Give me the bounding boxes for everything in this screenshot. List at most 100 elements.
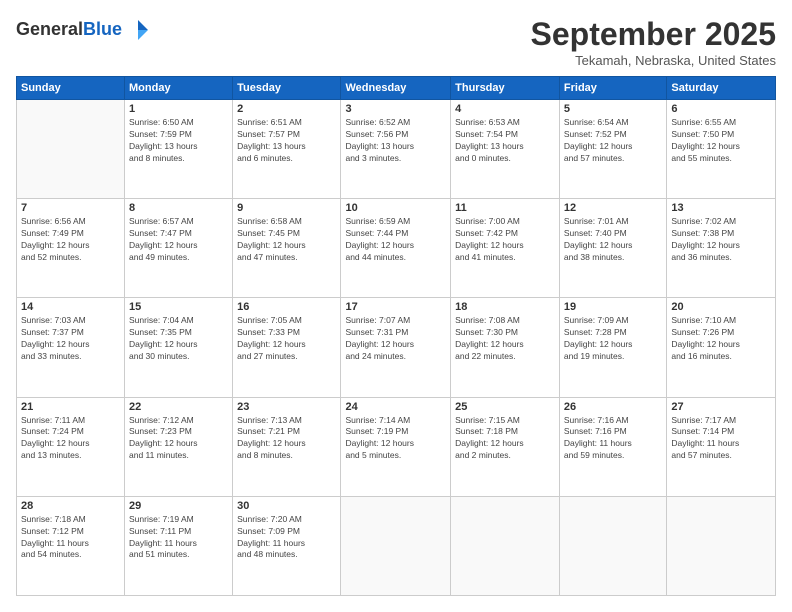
calendar-cell: 17Sunrise: 7:07 AMSunset: 7:31 PMDayligh… — [341, 298, 451, 397]
calendar-cell: 29 Sunrise: 7:19 AMSunset: 7:11 PMDayligh… — [125, 496, 233, 595]
logo-icon — [124, 16, 152, 44]
day-info: Sunrise: 7:12 AMSunset: 7:23 PMDaylight:… — [129, 415, 228, 463]
day-number: 24 — [345, 401, 446, 413]
calendar-cell: 13 Sunrise: 7:02 AMSunset: 7:38 PMDayligh… — [667, 199, 776, 298]
calendar-cell: 9 Sunrise: 6:58 AMSunset: 7:45 PMDaylight… — [233, 199, 341, 298]
day-info: Sunrise: 7:13 AMSunset: 7:21 PMDaylight:… — [237, 415, 336, 463]
calendar-cell: 3Sunrise: 6:52 AMSunset: 7:56 PMDaylight… — [341, 100, 451, 199]
day-info: Sunrise: 7:19 AMSunset: 7:11 PMDaylight:… — [129, 514, 228, 562]
calendar-cell: 4 Sunrise: 6:53 AMSunset: 7:54 PMDaylight… — [451, 100, 560, 199]
day-number: 25 — [455, 401, 555, 413]
day-number: 22 — [129, 401, 228, 413]
day-number: 19 — [564, 301, 662, 313]
day-number: 15 — [129, 301, 228, 313]
day-number: 10 — [345, 202, 446, 214]
calendar-week-1: 1 Sunrise: 6:50 AMSunset: 7:59 PMDaylight… — [17, 100, 776, 199]
calendar-header-sunday: Sunday — [17, 77, 125, 100]
day-info: Sunrise: 6:56 AMSunset: 7:49 PMDaylight:… — [21, 216, 120, 264]
calendar-header-tuesday: Tuesday — [233, 77, 341, 100]
calendar-cell: 12 Sunrise: 7:01 AMSunset: 7:40 PMDayligh… — [559, 199, 666, 298]
day-number: 20 — [671, 301, 771, 313]
day-number: 21 — [21, 401, 120, 413]
day-info: Sunrise: 6:54 AMSunset: 7:52 PMDaylight:… — [564, 117, 662, 165]
day-info: Sunrise: 6:51 AMSunset: 7:57 PMDaylight:… — [237, 117, 336, 165]
logo-blue: Blue — [83, 19, 122, 39]
calendar-header-monday: Monday — [125, 77, 233, 100]
day-number: 29 — [129, 500, 228, 512]
calendar-cell — [341, 496, 451, 595]
day-number: 8 — [129, 202, 228, 214]
title-block: September 2025 Tekamah, Nebraska, United… — [531, 16, 776, 68]
day-info: Sunrise: 7:10 AMSunset: 7:26 PMDaylight:… — [671, 315, 771, 363]
day-info: Sunrise: 7:00 AMSunset: 7:42 PMDaylight:… — [455, 216, 555, 264]
calendar-cell: 22 Sunrise: 7:12 AMSunset: 7:23 PMDayligh… — [125, 397, 233, 496]
day-info: Sunrise: 7:07 AMSunset: 7:31 PMDaylight:… — [345, 315, 446, 363]
calendar-header-wednesday: Wednesday — [341, 77, 451, 100]
calendar-cell: 20 Sunrise: 7:10 AMSunset: 7:26 PMDayligh… — [667, 298, 776, 397]
calendar-cell: 10 Sunrise: 6:59 AMSunset: 7:44 PMDayligh… — [341, 199, 451, 298]
day-info: Sunrise: 7:16 AMSunset: 7:16 PMDaylight:… — [564, 415, 662, 463]
day-number: 12 — [564, 202, 662, 214]
day-info: Sunrise: 7:20 AMSunset: 7:09 PMDaylight:… — [237, 514, 336, 562]
day-number: 7 — [21, 202, 120, 214]
calendar-week-2: 7 Sunrise: 6:56 AMSunset: 7:49 PMDaylight… — [17, 199, 776, 298]
day-number: 4 — [455, 103, 555, 115]
calendar-cell: 11 Sunrise: 7:00 AMSunset: 7:42 PMDayligh… — [451, 199, 560, 298]
day-info: Sunrise: 7:14 AMSunset: 7:19 PMDaylight:… — [345, 415, 446, 463]
calendar-cell: 19 Sunrise: 7:09 AMSunset: 7:28 PMDayligh… — [559, 298, 666, 397]
calendar-cell: 23 Sunrise: 7:13 AMSunset: 7:21 PMDayligh… — [233, 397, 341, 496]
calendar-cell — [559, 496, 666, 595]
day-number: 13 — [671, 202, 771, 214]
day-info: Sunrise: 7:09 AMSunset: 7:28 PMDaylight:… — [564, 315, 662, 363]
calendar-week-5: 28 Sunrise: 7:18 AMSunset: 7:12 PMDayligh… — [17, 496, 776, 595]
day-number: 11 — [455, 202, 555, 214]
logo: GeneralBlue — [16, 16, 152, 44]
day-info: Sunrise: 6:58 AMSunset: 7:45 PMDaylight:… — [237, 216, 336, 264]
logo-general: General — [16, 19, 83, 39]
calendar-cell: 26 Sunrise: 7:16 AMSunset: 7:16 PMDayligh… — [559, 397, 666, 496]
calendar-week-3: 14Sunrise: 7:03 AMSunset: 7:37 PMDayligh… — [17, 298, 776, 397]
calendar-cell — [451, 496, 560, 595]
calendar-cell — [667, 496, 776, 595]
month-title: September 2025 — [531, 16, 776, 53]
day-number: 16 — [237, 301, 336, 313]
location: Tekamah, Nebraska, United States — [531, 53, 776, 68]
calendar-cell: 16Sunrise: 7:05 AMSunset: 7:33 PMDayligh… — [233, 298, 341, 397]
day-number: 30 — [237, 500, 336, 512]
day-info: Sunrise: 7:17 AMSunset: 7:14 PMDaylight:… — [671, 415, 771, 463]
calendar-cell — [17, 100, 125, 199]
day-info: Sunrise: 7:03 AMSunset: 7:37 PMDaylight:… — [21, 315, 120, 363]
day-info: Sunrise: 6:50 AMSunset: 7:59 PMDaylight:… — [129, 117, 228, 165]
calendar-cell: 21Sunrise: 7:11 AMSunset: 7:24 PMDayligh… — [17, 397, 125, 496]
day-info: Sunrise: 6:55 AMSunset: 7:50 PMDaylight:… — [671, 117, 771, 165]
day-number: 3 — [345, 103, 446, 115]
calendar-cell: 27 Sunrise: 7:17 AMSunset: 7:14 PMDayligh… — [667, 397, 776, 496]
day-info: Sunrise: 6:57 AMSunset: 7:47 PMDaylight:… — [129, 216, 228, 264]
day-info: Sunrise: 6:53 AMSunset: 7:54 PMDaylight:… — [455, 117, 555, 165]
day-number: 28 — [21, 500, 120, 512]
day-number: 23 — [237, 401, 336, 413]
day-info: Sunrise: 7:04 AMSunset: 7:35 PMDaylight:… — [129, 315, 228, 363]
calendar-cell: 1 Sunrise: 6:50 AMSunset: 7:59 PMDaylight… — [125, 100, 233, 199]
calendar-cell: 15 Sunrise: 7:04 AMSunset: 7:35 PMDayligh… — [125, 298, 233, 397]
day-number: 5 — [564, 103, 662, 115]
day-info: Sunrise: 7:18 AMSunset: 7:12 PMDaylight:… — [21, 514, 120, 562]
day-number: 9 — [237, 202, 336, 214]
day-number: 1 — [129, 103, 228, 115]
calendar-cell: 30 Sunrise: 7:20 AMSunset: 7:09 PMDayligh… — [233, 496, 341, 595]
day-info: Sunrise: 7:01 AMSunset: 7:40 PMDaylight:… — [564, 216, 662, 264]
calendar-cell: 6Sunrise: 6:55 AMSunset: 7:50 PMDaylight… — [667, 100, 776, 199]
calendar-table: SundayMondayTuesdayWednesdayThursdayFrid… — [16, 76, 776, 596]
day-info: Sunrise: 6:59 AMSunset: 7:44 PMDaylight:… — [345, 216, 446, 264]
day-number: 27 — [671, 401, 771, 413]
day-number: 26 — [564, 401, 662, 413]
day-info: Sunrise: 7:02 AMSunset: 7:38 PMDaylight:… — [671, 216, 771, 264]
calendar-header-friday: Friday — [559, 77, 666, 100]
calendar-header-row: SundayMondayTuesdayWednesdayThursdayFrid… — [17, 77, 776, 100]
calendar-cell: 25Sunrise: 7:15 AMSunset: 7:18 PMDayligh… — [451, 397, 560, 496]
calendar-cell: 24 Sunrise: 7:14 AMSunset: 7:19 PMDayligh… — [341, 397, 451, 496]
calendar-cell: 7 Sunrise: 6:56 AMSunset: 7:49 PMDaylight… — [17, 199, 125, 298]
calendar-week-4: 21Sunrise: 7:11 AMSunset: 7:24 PMDayligh… — [17, 397, 776, 496]
calendar-cell: 8 Sunrise: 6:57 AMSunset: 7:47 PMDaylight… — [125, 199, 233, 298]
calendar-cell: 18Sunrise: 7:08 AMSunset: 7:30 PMDayligh… — [451, 298, 560, 397]
